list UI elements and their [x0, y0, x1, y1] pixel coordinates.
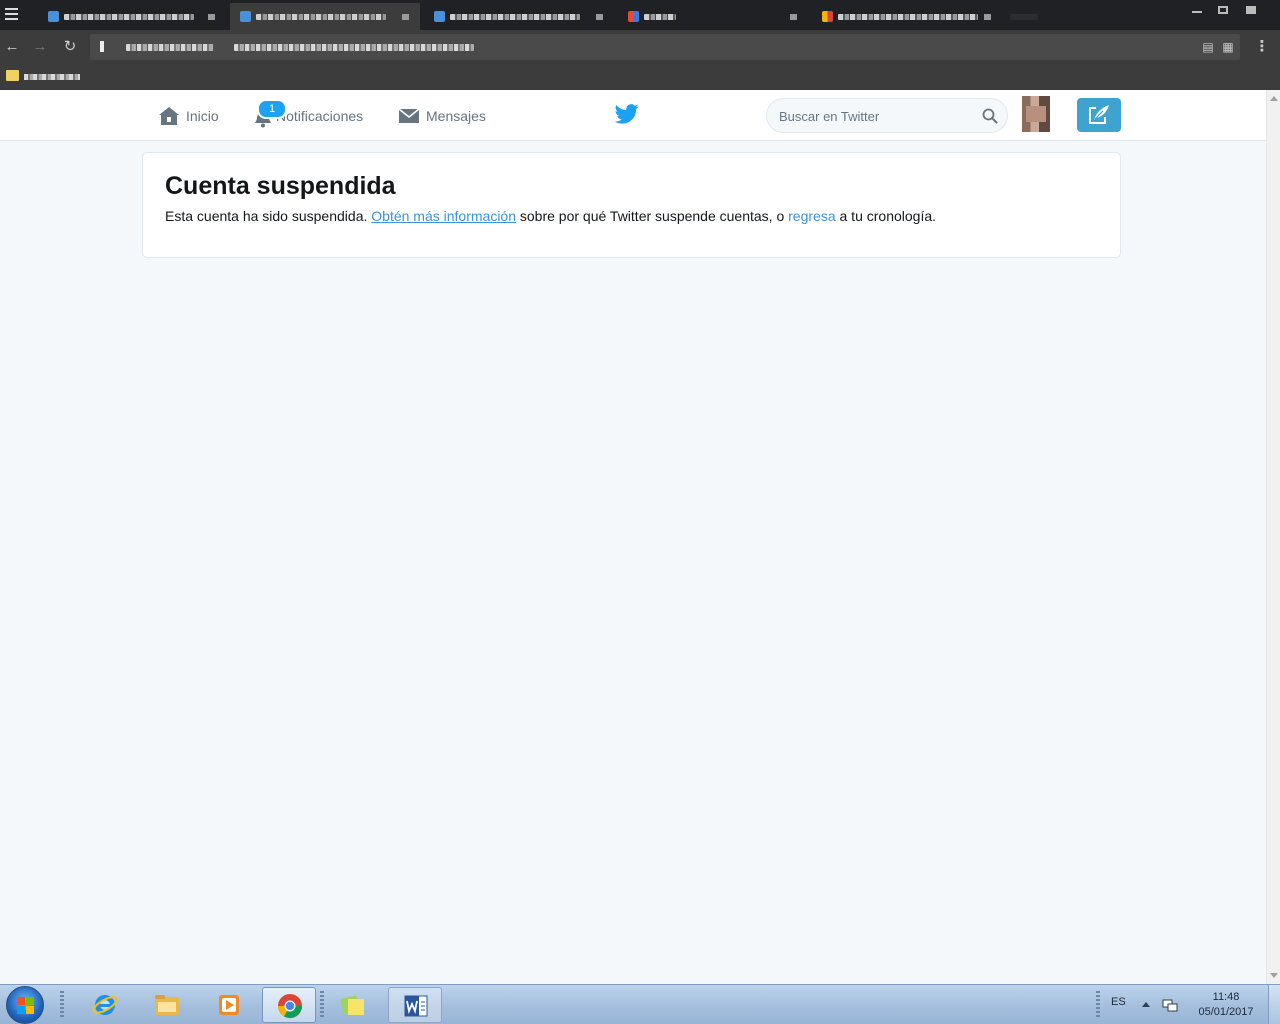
clock-time: 11:48	[1212, 991, 1240, 1003]
show-desktop-button[interactable]	[1268, 985, 1280, 1024]
nav-messages[interactable]: Mensajes	[398, 90, 486, 141]
nav-notifications[interactable]: 1 Notificaciones	[252, 90, 363, 141]
message-text-after: a tu cronología.	[835, 208, 937, 224]
more-options-icon[interactable]: ⋮	[1254, 39, 1270, 55]
browser-tab-bar	[0, 0, 1280, 30]
bookmarks-bar	[0, 64, 1280, 90]
tab-favicon-icon	[628, 11, 639, 22]
forward-arrow-icon[interactable]: →	[32, 39, 48, 55]
windows-logo-icon	[17, 997, 35, 1015]
minimize-button[interactable]	[1186, 2, 1208, 18]
close-tab-icon[interactable]	[402, 14, 409, 20]
compose-tweet-button[interactable]	[1077, 98, 1121, 132]
taskbar-app-sticky-notes[interactable]	[326, 987, 380, 1023]
browser-tab[interactable]	[618, 3, 808, 30]
start-button[interactable]	[6, 986, 44, 1024]
envelope-icon	[398, 107, 420, 123]
close-tab-icon[interactable]	[596, 14, 603, 20]
taskbar-separator	[320, 991, 324, 1019]
message-text-middle: sobre por qué Twitter suspende cuentas, …	[516, 208, 789, 224]
new-tab-button[interactable]	[1006, 3, 1040, 30]
show-hidden-icons-icon[interactable]	[1142, 1002, 1150, 1007]
tab-title-redacted	[64, 14, 194, 20]
nav-notifications-label: Notificaciones	[276, 107, 364, 124]
browser-tab[interactable]	[812, 3, 1002, 30]
taskbar-grip[interactable]	[60, 991, 64, 1019]
extension-icon[interactable]: ▦	[1220, 39, 1236, 55]
tab-favicon-icon	[48, 11, 59, 22]
search-input[interactable]	[779, 107, 969, 125]
tab-title-redacted	[644, 14, 676, 20]
bookmark-redacted[interactable]	[24, 74, 80, 80]
page-scrollbar[interactable]	[1266, 90, 1280, 984]
language-indicator[interactable]: ES	[1111, 996, 1126, 1008]
system-clock[interactable]: 11:48 05/01/2017	[1190, 990, 1262, 1020]
home-icon	[159, 106, 179, 125]
url-redacted	[126, 44, 214, 51]
notifications-badge: 1	[257, 99, 287, 119]
quill-compose-icon	[1089, 105, 1109, 124]
message-text-before: Esta cuenta ha sido suspendida.	[165, 208, 372, 224]
taskbar-app-internet-explorer[interactable]	[78, 987, 132, 1023]
close-window-button[interactable]	[1240, 2, 1262, 18]
page-title: Cuenta suspendida	[165, 172, 396, 200]
chrome-icon	[278, 994, 302, 1019]
taskbar-app-chrome[interactable]	[262, 987, 316, 1023]
file-explorer-icon	[155, 995, 179, 1015]
suspended-message: Esta cuenta ha sido suspendida. Obtén má…	[165, 208, 936, 224]
word-icon	[404, 995, 428, 1017]
restore-button[interactable]	[1212, 2, 1234, 18]
tab-favicon-icon	[240, 11, 251, 22]
tab-title-redacted	[838, 14, 978, 20]
nav-home[interactable]: Inicio	[158, 90, 219, 141]
taskbar-app-media-player[interactable]	[202, 987, 256, 1023]
reload-icon[interactable]: ↻	[62, 39, 78, 55]
browser-tab[interactable]	[424, 3, 614, 30]
user-avatar[interactable]	[1022, 96, 1050, 132]
url-redacted	[234, 44, 474, 51]
learn-more-link[interactable]: Obtén más información	[371, 208, 516, 224]
notifications-icon-wrap: 1	[252, 90, 287, 141]
new-tab-icon	[1010, 14, 1038, 20]
windows-taskbar: ES 11:48 05/01/2017	[0, 984, 1280, 1024]
twitter-bird-icon[interactable]	[615, 104, 639, 124]
close-tab-icon[interactable]	[208, 14, 215, 20]
browser-tab[interactable]	[38, 3, 226, 30]
folder-icon[interactable]	[6, 70, 19, 81]
scroll-down-arrow-icon[interactable]	[1270, 973, 1278, 978]
network-icon[interactable]	[1162, 997, 1178, 1013]
tab-favicon-icon	[434, 11, 445, 22]
twitter-top-nav: Inicio 1 Notificaciones Mensajes	[0, 90, 1266, 141]
browser-toolbar: ← → ↻ ▤ ▦ ⋮	[0, 30, 1280, 64]
browser-tab-active[interactable]	[230, 3, 420, 30]
tab-title-redacted	[256, 14, 386, 20]
suspended-account-card: Cuenta suspendida Esta cuenta ha sido su…	[142, 152, 1121, 258]
page-info-icon[interactable]	[100, 41, 104, 52]
tab-title-redacted	[450, 14, 580, 20]
back-to-timeline-link[interactable]: regresa	[788, 208, 835, 224]
nav-messages-label: Mensajes	[426, 107, 486, 124]
sticky-notes-icon	[340, 995, 364, 1015]
search-icon[interactable]	[982, 108, 998, 124]
tray-grip	[1096, 991, 1100, 1019]
menu-icon[interactable]	[5, 8, 18, 20]
close-tab-icon[interactable]	[984, 14, 991, 20]
close-tab-icon[interactable]	[790, 14, 797, 20]
search-box	[766, 98, 1008, 133]
internet-explorer-icon	[92, 995, 118, 1015]
cast-icon[interactable]: ▤	[1200, 39, 1216, 55]
clock-date: 05/01/2017	[1198, 1006, 1254, 1018]
media-player-icon	[219, 995, 239, 1015]
scroll-up-arrow-icon[interactable]	[1270, 96, 1278, 101]
back-arrow-icon[interactable]: ←	[4, 39, 20, 55]
address-bar[interactable]: ▤ ▦	[90, 34, 1240, 60]
tab-favicon-icon	[822, 11, 833, 22]
taskbar-app-word[interactable]	[388, 987, 442, 1023]
taskbar-app-file-explorer[interactable]	[140, 987, 194, 1023]
nav-home-label: Inicio	[186, 107, 219, 124]
